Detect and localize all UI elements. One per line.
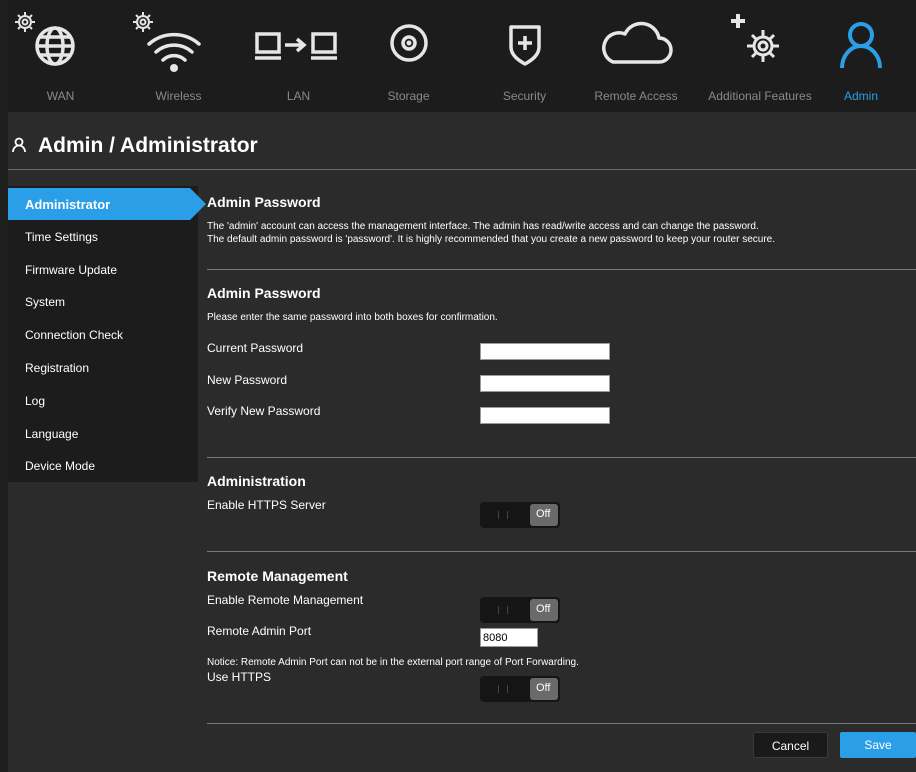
divider: [207, 269, 916, 270]
page-title: Admin / Administrator: [38, 134, 258, 157]
remote-admin-port-label: Remote Admin Port: [207, 624, 312, 638]
nav-label-remote-access: Remote Access: [594, 89, 678, 103]
sidebar-item-label: Device Mode: [25, 459, 96, 473]
sidebar-item-time-settings[interactable]: Time Settings: [8, 221, 198, 253]
toggle-grip: [498, 606, 508, 614]
user-icon: [840, 22, 882, 69]
https-server-label: Enable HTTPS Server: [207, 498, 326, 512]
toggle-state: Off: [536, 508, 551, 520]
sidebar-item-label: System: [25, 295, 66, 309]
plus-gear-icon: [731, 14, 779, 62]
disk-icon: [389, 24, 428, 62]
wifi-icon: [133, 12, 201, 72]
intro-heading: Admin Password: [207, 194, 321, 210]
nav-item-remote-access[interactable]: Remote Access: [586, 0, 686, 112]
sidebar-item-firmware-update[interactable]: Firmware Update: [8, 254, 198, 286]
toggle-state: Off: [536, 682, 551, 694]
remote-port-notice: Notice: Remote Admin Port can not be in …: [207, 657, 579, 668]
nav-item-lan[interactable]: LAN: [255, 0, 341, 112]
remote-management-toggle[interactable]: Off: [480, 597, 560, 623]
administration-heading: Administration: [207, 473, 306, 489]
sidebar-item-label: Log: [25, 394, 46, 408]
nav-label-storage: Storage: [387, 89, 430, 103]
nav-label-wan: WAN: [46, 89, 75, 103]
toggle-grip: [498, 511, 508, 519]
nav-item-additional-features[interactable]: Additional Features: [700, 0, 820, 112]
page-header: Admin / Administrator: [8, 112, 916, 170]
verify-password-label: Verify New Password: [207, 404, 321, 418]
password-heading: Admin Password: [207, 285, 321, 301]
sidebar-item-label: Time Settings: [25, 230, 98, 244]
cloud-icon: [602, 21, 673, 64]
save-button[interactable]: Save: [840, 732, 916, 758]
intro-line-1: The 'admin' account can access the manag…: [207, 221, 759, 232]
user-icon: [12, 137, 26, 153]
nav-label-wireless: Wireless: [155, 89, 202, 103]
sidebar-item-system[interactable]: System: [8, 286, 198, 318]
sidebar-item-language[interactable]: Language: [8, 418, 198, 450]
nav-label-admin: Admin: [843, 89, 878, 103]
sidebar-item-label: Language: [25, 427, 79, 441]
intro-line-2: The default admin password is 'password'…: [207, 234, 775, 245]
nav-item-wan[interactable]: WAN: [15, 0, 103, 112]
nav-label-additional-features: Additional Features: [708, 89, 812, 103]
cancel-button[interactable]: Cancel: [753, 732, 828, 758]
nav-label-lan: LAN: [286, 89, 311, 103]
sidebar-item-connection-check[interactable]: Connection Check: [8, 319, 198, 351]
divider: [207, 457, 916, 458]
nav-item-wireless[interactable]: Wireless: [133, 0, 221, 112]
sidebar-item-log[interactable]: Log: [8, 385, 198, 417]
sidebar-item-label: Administrator: [25, 197, 111, 212]
wan-globe-icon: [15, 12, 75, 66]
sidebar-item-label: Firmware Update: [25, 263, 118, 277]
toggle-grip: [498, 685, 508, 693]
https-server-toggle[interactable]: Off: [480, 502, 560, 528]
toggle-knob: Off: [530, 599, 558, 621]
use-https-toggle[interactable]: Off: [480, 676, 560, 702]
current-password-label: Current Password: [207, 341, 304, 355]
sidebar: Administrator Time Settings Firmware Upd…: [8, 186, 206, 482]
verify-password-field[interactable]: [480, 407, 610, 424]
nav-label-security: Security: [502, 89, 547, 103]
divider: [207, 551, 916, 552]
sidebar-item-administrator[interactable]: Administrator: [8, 188, 206, 220]
new-password-field[interactable]: [480, 375, 610, 392]
nav-item-storage[interactable]: Storage: [366, 0, 451, 112]
shield-icon: [508, 25, 541, 66]
sidebar-item-device-mode[interactable]: Device Mode: [8, 450, 198, 482]
remote-management-heading: Remote Management: [207, 568, 348, 584]
new-password-label: New Password: [207, 373, 288, 387]
use-https-label: Use HTTPS: [207, 670, 272, 684]
remote-admin-port-field[interactable]: [480, 628, 538, 647]
sidebar-item-label: Connection Check: [25, 328, 124, 342]
remote-management-label: Enable Remote Management: [207, 593, 364, 607]
divider: [8, 169, 916, 170]
divider: [207, 723, 916, 724]
toggle-state: Off: [536, 603, 551, 615]
nav-item-security[interactable]: Security: [482, 0, 567, 112]
lan-computers-icon: [255, 32, 337, 60]
sidebar-item-registration[interactable]: Registration: [8, 352, 198, 384]
top-navigation: WAN Wireless LAN Storage Security Remote…: [8, 0, 916, 112]
nav-item-admin[interactable]: Admin: [826, 0, 896, 112]
toggle-knob: Off: [530, 504, 558, 526]
current-password-field[interactable]: [480, 343, 610, 360]
sidebar-item-label: Registration: [25, 361, 90, 375]
bottom-strip: [8, 762, 916, 772]
toggle-knob: Off: [530, 678, 558, 700]
password-note: Please enter the same password into both…: [207, 312, 498, 323]
